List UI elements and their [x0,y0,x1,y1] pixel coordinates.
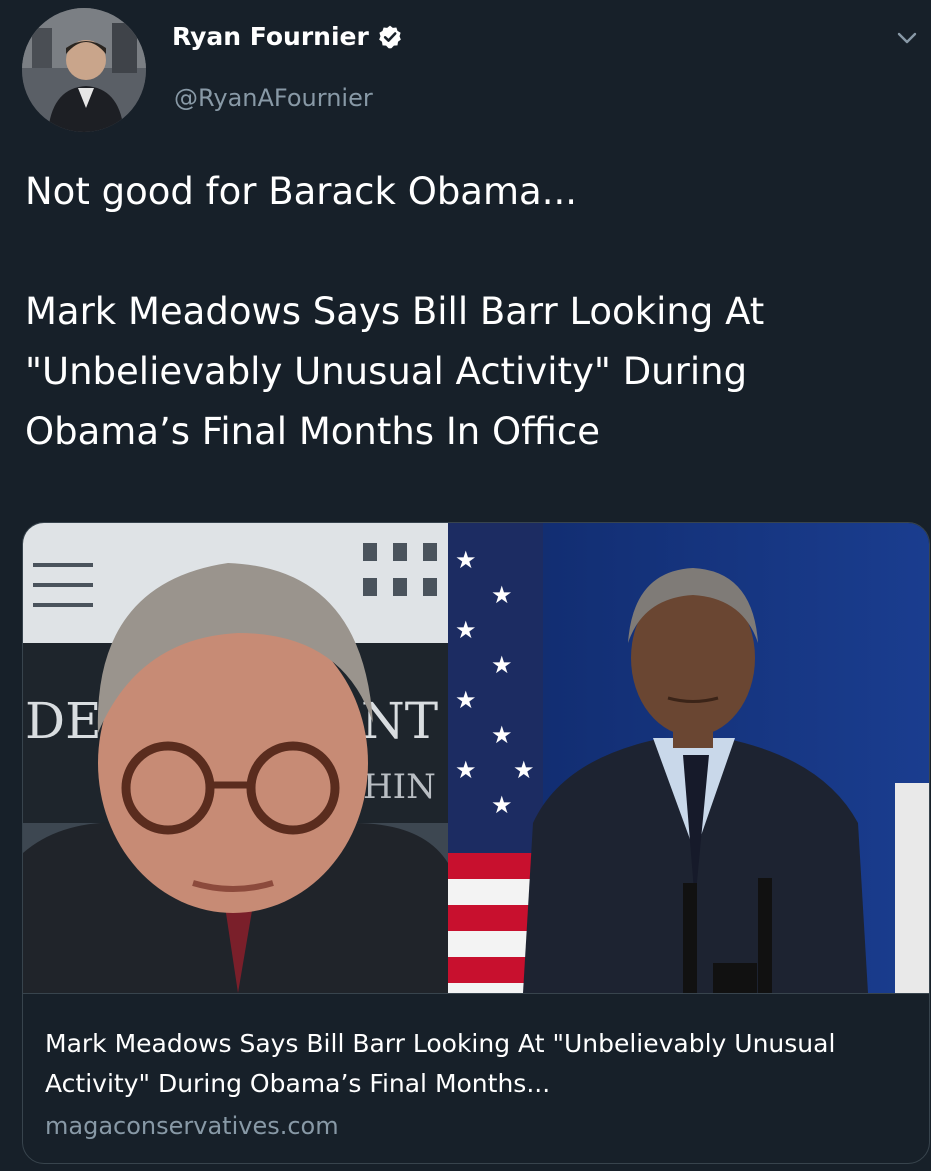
tweet-text: Not good for Barack Obama... Mark Meadow… [25,162,915,462]
display-name[interactable]: Ryan Fournier [172,22,403,51]
tweet: Ryan Fournier @RyanAFournier Not good fo… [0,0,931,1171]
svg-text:★: ★ [491,791,513,819]
tweet-text-line1: Not good for Barack Obama... [25,170,577,213]
card-body: Mark Meadows Says Bill Barr Looking At "… [23,993,929,1163]
svg-text:★: ★ [455,686,477,714]
card-domain: magaconservatives.com [45,1112,339,1140]
card-title: Mark Meadows Says Bill Barr Looking At "… [45,1029,836,1098]
sign-text-right2: HIN [363,767,436,807]
svg-text:★: ★ [491,581,513,609]
card-image: DEI NT HIN ★ ★ ★ ★ ★ ★ ★ ★ ★ [23,523,929,993]
svg-text:★: ★ [455,616,477,644]
link-card[interactable]: DEI NT HIN ★ ★ ★ ★ ★ ★ ★ ★ ★ Mark Meadow… [22,522,930,1164]
svg-text:★: ★ [455,756,477,784]
avatar[interactable] [22,8,146,132]
display-name-text: Ryan Fournier [172,22,369,51]
tweet-text-line2: Mark Meadows Says Bill Barr Looking At "… [25,290,765,453]
svg-text:★: ★ [491,721,513,749]
verified-badge-icon [377,24,403,50]
chevron-down-icon[interactable] [893,24,921,52]
handle[interactable]: @RyanAFournier [174,84,373,112]
svg-text:★: ★ [491,651,513,679]
svg-text:★: ★ [455,546,477,574]
svg-text:★: ★ [513,756,535,784]
